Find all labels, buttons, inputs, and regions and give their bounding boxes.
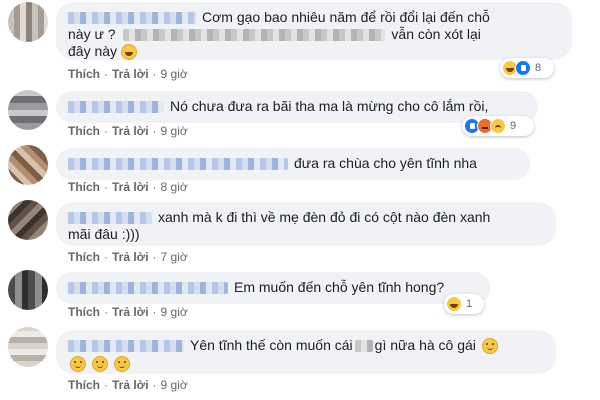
like-link[interactable]: Thích — [68, 305, 100, 319]
redacted-name — [68, 12, 196, 25]
avatar[interactable] — [8, 200, 48, 240]
timestamp[interactable]: 9 giờ — [161, 378, 188, 392]
comment-actions: Thích · Trả lời · 8 giờ — [68, 180, 188, 194]
comment-text: gì nữa hà cô gái — [374, 337, 476, 353]
comment-text: đưa ra chùa cho yên tĩnh nha — [294, 155, 477, 171]
comment-actions: Thích · Trả lời · 9 giờ — [68, 124, 188, 138]
reply-link[interactable]: Trả lời — [112, 305, 149, 319]
sad-icon — [490, 118, 506, 134]
smiley-icon — [481, 338, 498, 355]
reply-link[interactable]: Trả lời — [112, 250, 149, 264]
comment-bubble: Em muốn đến chỗ yên tĩnh hong? — [56, 272, 490, 304]
redacted-name — [68, 158, 288, 171]
haha-icon — [446, 296, 462, 312]
redacted-name — [68, 340, 184, 353]
redacted-text — [354, 340, 373, 353]
like-link[interactable]: Thích — [68, 250, 100, 264]
comment-text: vẫn còn xót lại — [391, 26, 481, 42]
redacted-name — [68, 282, 228, 295]
reaction-summary[interactable]: 1 — [444, 294, 484, 314]
timestamp[interactable]: 9 giờ — [161, 67, 188, 81]
avatar[interactable] — [8, 270, 48, 310]
laughing-emoji-icon — [120, 44, 137, 61]
comment-text: Yên tĩnh thế còn muốn cái — [190, 337, 353, 353]
reply-link[interactable]: Trả lời — [112, 180, 149, 194]
reaction-count: 8 — [535, 62, 542, 74]
avatar[interactable] — [8, 2, 48, 42]
comment-bubble: xanh mà k đi thì về mẹ đèn đỏ đi có cột … — [56, 202, 556, 246]
reaction-count: 9 — [510, 120, 517, 132]
reaction-summary[interactable]: 8 — [500, 58, 554, 78]
smiley-icon — [113, 355, 130, 372]
comment-text: mãi đâu :))) — [68, 226, 140, 242]
redacted-name — [68, 101, 164, 114]
timestamp[interactable]: 7 giờ — [161, 250, 188, 264]
comment-text: Em muốn đến chỗ yên tĩnh hong? — [234, 279, 445, 295]
reply-link[interactable]: Trả lời — [112, 124, 149, 138]
like-link[interactable]: Thích — [68, 180, 100, 194]
timestamp[interactable]: 9 giờ — [161, 305, 188, 319]
comment-actions: Thích · Trả lời · 7 giờ — [68, 250, 188, 264]
reply-link[interactable]: Trả lời — [112, 378, 149, 392]
like-icon — [515, 60, 531, 76]
comment-text: Nó chưa đưa ra bãi tha ma là mừng cho cô… — [170, 98, 489, 114]
reply-link[interactable]: Trả lời — [112, 67, 149, 81]
avatar[interactable] — [8, 145, 48, 185]
avatar[interactable] — [8, 327, 48, 367]
comment-text: xanh mà k đi thì về mẹ đèn đỏ đi có cột … — [158, 209, 491, 225]
avatar[interactable] — [8, 90, 48, 130]
comment-bubble: đưa ra chùa cho yên tĩnh nha — [56, 148, 530, 180]
redacted-text — [123, 29, 386, 42]
comment-text: này ư ? — [68, 26, 116, 42]
comment-text: Cơm gạo bao nhiêu năm để rồi đổi lại đến… — [202, 9, 490, 25]
like-link[interactable]: Thích — [68, 378, 100, 392]
comment-bubble: Cơm gạo bao nhiêu năm để rồi đổi lại đến… — [56, 2, 572, 61]
like-link[interactable]: Thích — [68, 124, 100, 138]
redacted-name — [68, 212, 152, 225]
timestamp[interactable]: 9 giờ — [161, 124, 188, 138]
comment-actions: Thích · Trả lời · 9 giờ — [68, 67, 188, 81]
smiley-icon — [70, 355, 86, 372]
comment-actions: Thích · Trả lời · 9 giờ — [68, 305, 188, 319]
reaction-summary[interactable]: 9 — [462, 116, 534, 136]
timestamp[interactable]: 8 giờ — [161, 180, 188, 194]
comment-text: đây này — [68, 43, 118, 59]
like-link[interactable]: Thích — [68, 67, 100, 81]
reaction-count: 1 — [466, 298, 473, 310]
comment-bubble: Yên tĩnh thế còn muốn cái gì nữa hà cô gá… — [56, 330, 556, 374]
smiley-icon — [91, 355, 108, 372]
comment-actions: Thích · Trả lời · 9 giờ — [68, 378, 188, 392]
